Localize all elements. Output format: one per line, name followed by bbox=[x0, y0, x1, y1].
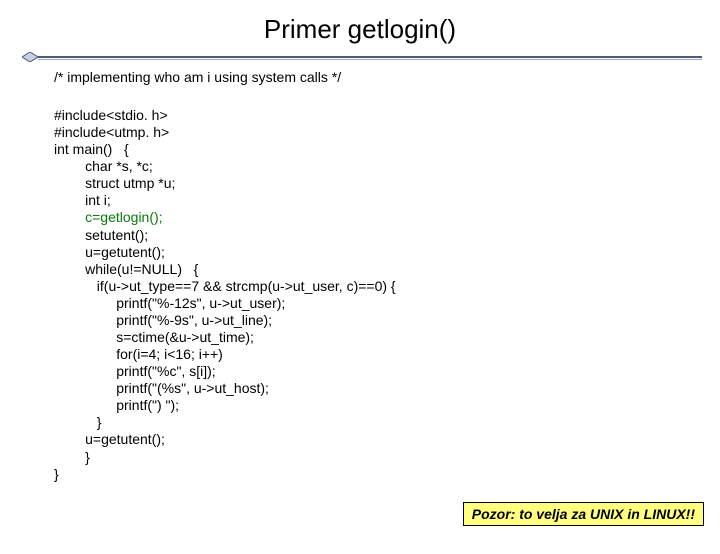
title-divider bbox=[0, 53, 720, 63]
divider-line-light bbox=[38, 59, 702, 60]
code-line: #include<stdio. h> bbox=[54, 107, 168, 123]
code-line: setutent(); bbox=[54, 227, 148, 243]
code-line: if(u->ut_type==7 && strcmp(u->ut_user, c… bbox=[54, 278, 396, 294]
divider-line-dark bbox=[38, 56, 702, 58]
code-line: int main() { bbox=[54, 141, 129, 157]
code-line: struct utmp *u; bbox=[54, 175, 175, 191]
code-line: } bbox=[54, 449, 90, 465]
code-block: #include<stdio. h> #include<utmp. h> int… bbox=[54, 107, 720, 483]
code-line: printf(") "); bbox=[54, 397, 179, 413]
code-line: printf("%c", s[i]); bbox=[54, 363, 216, 379]
code-line: } bbox=[54, 414, 101, 430]
code-line: for(i=4; i<16; i++) bbox=[54, 346, 223, 362]
code-line: printf("%-12s", u->ut_user); bbox=[54, 295, 285, 311]
code-line-highlight: c=getlogin(); bbox=[54, 209, 163, 225]
code-line: printf("(%s", u->ut_host); bbox=[54, 380, 269, 396]
code-line: #include<utmp. h> bbox=[54, 124, 169, 140]
diamond-icon bbox=[22, 52, 36, 62]
code-line: printf("%-9s", u->ut_line); bbox=[54, 312, 272, 328]
code-line: int i; bbox=[54, 192, 111, 208]
slide-title: Primer getlogin() bbox=[0, 14, 720, 45]
warning-callout: Pozor: to velja za UNIX in LINUX!! bbox=[463, 502, 704, 526]
code-line: char *s, *c; bbox=[54, 158, 153, 174]
code-line: s=ctime(&u->ut_time); bbox=[54, 329, 254, 345]
code-comment: /* implementing who am i using system ca… bbox=[54, 69, 720, 85]
code-line: } bbox=[54, 466, 59, 482]
code-line: u=getutent(); bbox=[54, 244, 165, 260]
code-line: while(u!=NULL) { bbox=[54, 261, 198, 277]
code-line: u=getutent(); bbox=[54, 431, 165, 447]
